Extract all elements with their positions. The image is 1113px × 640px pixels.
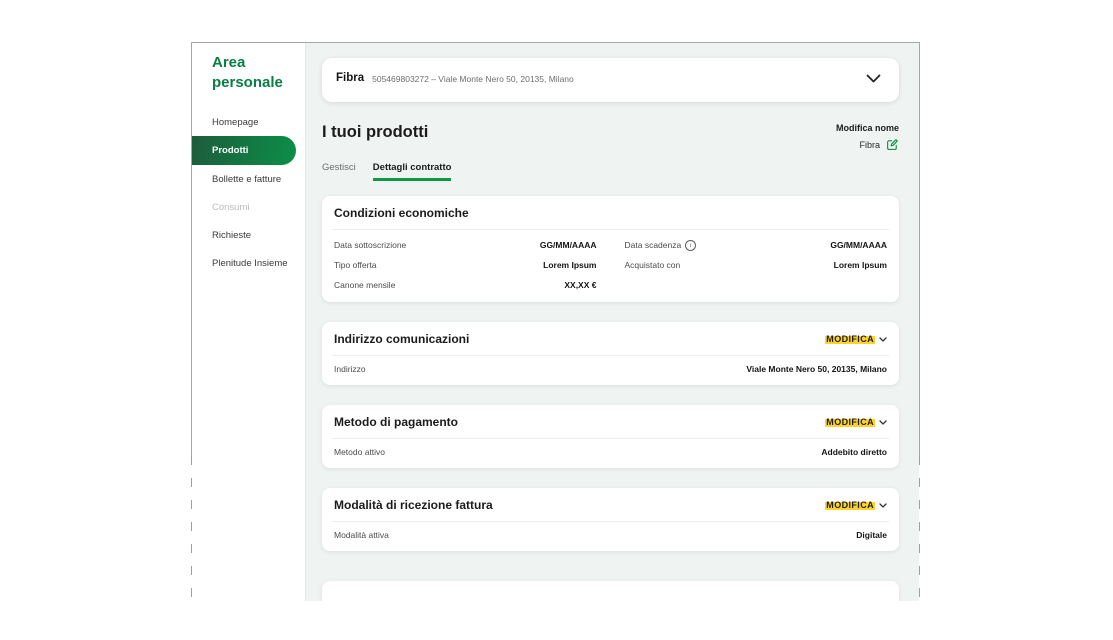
chevron-down-icon bbox=[866, 74, 881, 83]
sidebar-item-label: Plenitude Insieme bbox=[212, 258, 288, 269]
field-label: Tipo offerta bbox=[334, 260, 377, 270]
field-value: GG/MM/AAAA bbox=[830, 240, 887, 250]
window-border-left bbox=[191, 42, 192, 456]
field-value: XX,XX € bbox=[564, 280, 596, 290]
sidebar: Area personale Homepage Prodotti Bollett… bbox=[192, 43, 306, 601]
app-window: Area personale Homepage Prodotti Bollett… bbox=[192, 43, 919, 601]
modifica-label: MODIFICA bbox=[825, 334, 875, 344]
chevron-down-icon bbox=[879, 337, 887, 342]
field-value: GG/MM/AAAA bbox=[540, 240, 597, 250]
sidebar-item-richieste[interactable]: Richieste bbox=[192, 221, 305, 249]
card-title: Condizioni economiche bbox=[334, 206, 469, 220]
sidebar-item-bollette-e-fatture[interactable]: Bollette e fatture bbox=[192, 165, 305, 193]
field-label: Data sottoscrizione bbox=[334, 240, 406, 250]
window-border-left-dashed bbox=[191, 456, 192, 602]
field-value: Lorem Ipsum bbox=[834, 260, 887, 270]
field-label: Metodo attivo bbox=[334, 447, 385, 457]
rename-label: Modifica nome bbox=[836, 123, 899, 133]
sidebar-title: Area personale bbox=[212, 53, 291, 93]
info-icon[interactable]: i bbox=[685, 240, 696, 251]
sidebar-item-homepage[interactable]: Homepage bbox=[192, 108, 305, 136]
main-content: Fibra 505469803272 – Viale Monte Nero 50… bbox=[306, 43, 919, 601]
field-label: Acquistato con bbox=[625, 260, 681, 270]
card-partial-next bbox=[322, 581, 899, 601]
page-title: I tuoi prodotti bbox=[322, 123, 428, 142]
rename-block: Modifica nome Fibra bbox=[836, 123, 899, 151]
tab-dettagli-contratto[interactable]: Dettagli contratto bbox=[373, 162, 452, 181]
modifica-payment-button[interactable]: MODIFICA bbox=[825, 417, 887, 427]
field-row: Canone mensile XX,XX € bbox=[334, 275, 887, 295]
rename-value: Fibra bbox=[859, 140, 880, 150]
field-label: Indirizzo bbox=[334, 364, 366, 374]
chevron-down-icon bbox=[879, 420, 887, 425]
sidebar-item-consumi[interactable]: Consumi bbox=[192, 193, 305, 221]
field-value: Lorem Ipsum bbox=[543, 260, 596, 270]
field-label: Data scadenza i bbox=[625, 240, 697, 251]
sidebar-item-label: Consumi bbox=[212, 202, 250, 213]
window-border-top bbox=[191, 42, 920, 43]
window-border-right-dashed bbox=[919, 456, 920, 602]
field-row: Metodo attivo Addebito diretto bbox=[332, 439, 889, 468]
product-selector[interactable]: Fibra 505469803272 – Viale Monte Nero 50… bbox=[322, 58, 899, 102]
field-value: Viale Monte Nero 50, 20135, Milano bbox=[746, 364, 887, 374]
sidebar-nav: Homepage Prodotti Bollette e fatture Con… bbox=[192, 108, 305, 277]
field-row: Modalità attiva Digitale bbox=[332, 522, 889, 551]
chevron-down-icon bbox=[879, 503, 887, 508]
card-condizioni-economiche: Condizioni economiche Data sottoscrizion… bbox=[322, 196, 899, 302]
sidebar-item-prodotti[interactable]: Prodotti bbox=[192, 136, 296, 165]
card-indirizzo-comunicazioni: Indirizzo comunicazioni MODIFICA Indiriz… bbox=[322, 322, 899, 385]
field-row: Indirizzo Viale Monte Nero 50, 20135, Mi… bbox=[332, 356, 889, 385]
card-title: Indirizzo comunicazioni bbox=[334, 332, 469, 346]
field-label: Canone mensile bbox=[334, 280, 395, 290]
card-title: Modalità di ricezione fattura bbox=[334, 498, 493, 512]
tabs: Gestisci Dettagli contratto bbox=[322, 162, 899, 181]
sidebar-item-plenitude-insieme[interactable]: Plenitude Insieme bbox=[192, 249, 305, 277]
product-name: Fibra bbox=[336, 72, 364, 84]
card-modalita-ricezione-fattura: Modalità di ricezione fattura MODIFICA M… bbox=[322, 488, 899, 551]
field-label: Modalità attiva bbox=[334, 530, 389, 540]
modifica-billing-button[interactable]: MODIFICA bbox=[825, 500, 887, 510]
tab-gestisci[interactable]: Gestisci bbox=[322, 162, 356, 181]
sidebar-item-label: Richieste bbox=[212, 230, 251, 241]
edit-icon[interactable] bbox=[886, 138, 899, 151]
modifica-label: MODIFICA bbox=[825, 500, 875, 510]
field-value: Addebito diretto bbox=[821, 447, 887, 457]
product-details: 505469803272 – Viale Monte Nero 50, 2013… bbox=[372, 74, 574, 84]
sidebar-item-label: Bollette e fatture bbox=[212, 174, 281, 185]
field-row: Tipo offerta Lorem Ipsum Acquistato con … bbox=[334, 255, 887, 275]
field-value: Digitale bbox=[856, 530, 887, 540]
field-row: Data sottoscrizione GG/MM/AAAA Data scad… bbox=[334, 235, 887, 255]
modifica-label: MODIFICA bbox=[825, 417, 875, 427]
sidebar-item-label: Prodotti bbox=[212, 145, 248, 156]
sidebar-item-label: Homepage bbox=[212, 117, 258, 128]
card-title: Metodo di pagamento bbox=[334, 415, 458, 429]
window-border-right bbox=[919, 42, 920, 456]
modifica-address-button[interactable]: MODIFICA bbox=[825, 334, 887, 344]
card-metodo-di-pagamento: Metodo di pagamento MODIFICA Metodo atti… bbox=[322, 405, 899, 468]
